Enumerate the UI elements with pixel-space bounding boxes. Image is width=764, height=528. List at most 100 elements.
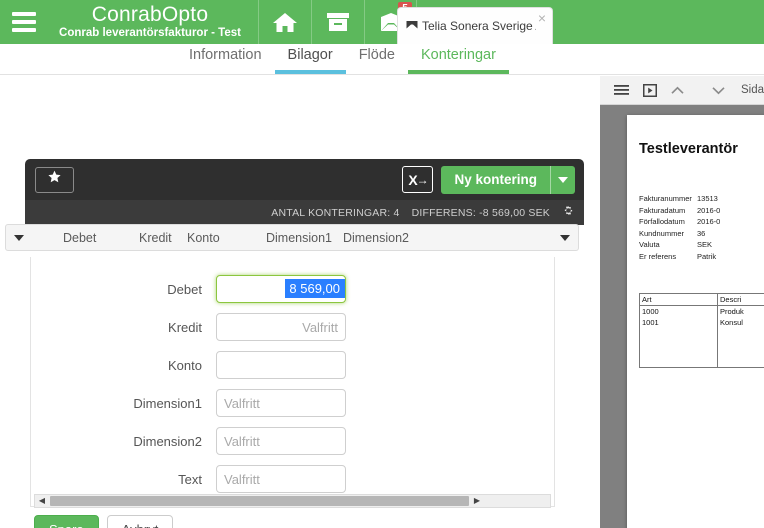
label-dimension2: Dimension2: [133, 433, 202, 449]
label-text: Text: [178, 471, 202, 487]
caret-down-icon: [558, 176, 568, 183]
scrollbar-thumb[interactable]: [50, 496, 469, 506]
document-tab-icon: [406, 17, 418, 35]
tab-flode[interactable]: Flöde: [346, 47, 408, 74]
pdf-toolbar: Sida: [600, 76, 764, 105]
form-row-debet: Debet 8 569,00: [31, 270, 554, 308]
debet-selected-text: 8 569,00: [285, 279, 345, 298]
section-tabs: Information Bilagor Flöde Konteringar: [0, 44, 764, 75]
caret-down-icon: [560, 234, 570, 241]
hamburger-icon[interactable]: [0, 0, 46, 44]
scroll-left-arrow-icon[interactable]: ◀: [35, 495, 49, 507]
pdf-cell-art: 1001: [639, 316, 718, 328]
chevron-down-icon[interactable]: [712, 86, 725, 95]
home-icon[interactable]: [258, 0, 311, 44]
hamburger-bar: [12, 20, 36, 24]
pdf-field-value: 36: [697, 228, 706, 238]
save-button[interactable]: Spara: [34, 515, 99, 528]
cancel-button[interactable]: Avbryt: [106, 515, 174, 528]
dimension1-input[interactable]: [216, 389, 346, 417]
pdf-col-description: Descri: [717, 293, 764, 306]
column-header-kredit[interactable]: Kredit: [139, 231, 172, 245]
hamburger-icon[interactable]: [614, 84, 629, 96]
document-tab-label: Telia Sonera Sverige AB: [422, 19, 536, 33]
panel-toolbar: X → Ny kontering: [25, 159, 584, 200]
pdf-field-key: Förfallodatum: [639, 217, 685, 227]
hamburger-bar: [12, 28, 36, 32]
pdf-table-spacer-row: [639, 327, 764, 368]
pdf-field-row: Kundnummer 36: [639, 228, 764, 240]
pdf-field-key: Valuta: [639, 240, 660, 250]
column-header-debet[interactable]: Debet: [63, 231, 96, 245]
pdf-cell-description: Produk: [717, 305, 764, 317]
pdf-field-row: Fakturadatum 2016-0: [639, 205, 764, 217]
column-header-dimension1[interactable]: Dimension1: [266, 231, 332, 245]
panel-toolbar-right: X → Ny kontering: [402, 165, 575, 194]
form-row-kredit: Kredit: [31, 308, 554, 346]
column-header-konto[interactable]: Konto: [187, 231, 220, 245]
chevron-up-icon[interactable]: [671, 86, 684, 95]
main-work-area: X → Ny kontering ANTAL KONTERINGAR: 4 DIF…: [0, 76, 600, 528]
document-tab[interactable]: Telia Sonera Sverige AB ×: [397, 7, 553, 44]
panel-summary-bar: ANTAL KONTERINGAR: 4 DIFFERENS: -8 569,0…: [25, 200, 584, 225]
form-actions: Spara Avbryt: [34, 515, 174, 528]
pdf-field-key: Fakturanummer: [639, 194, 692, 203]
pdf-table-header-row: Art Descri: [639, 293, 764, 306]
entry-count-label: ANTAL KONTERINGAR: 4: [271, 206, 400, 219]
pdf-line-item-table: Art Descri 1000 Produk 1001 Konsul: [639, 292, 764, 369]
pdf-cell-art: 1000: [639, 305, 718, 317]
pdf-document-page: Testleverantör Fakturanummer 13513 Faktur…: [627, 115, 764, 528]
top-navigation-bar: ConrabOpto Conrab leverantörsfakturor - …: [0, 0, 764, 44]
new-entry-dropdown-button[interactable]: [550, 165, 575, 194]
new-entry-button[interactable]: Ny kontering: [441, 165, 550, 194]
difference-label: DIFFERENS: -8 569,00 SEK: [411, 206, 550, 219]
pdf-cell-description: Konsul: [717, 316, 764, 328]
horizontal-scrollbar[interactable]: ◀ ▶: [34, 494, 551, 508]
close-icon[interactable]: ×: [538, 11, 546, 25]
tab-bilagor[interactable]: Bilagor: [274, 47, 346, 74]
favorite-button[interactable]: [35, 166, 74, 193]
archive-box-icon[interactable]: [311, 0, 364, 44]
text-input[interactable]: [216, 465, 346, 493]
label-kredit: Kredit: [168, 319, 202, 335]
form-row-text: Text: [31, 460, 554, 498]
collapse-right-button[interactable]: [554, 225, 576, 250]
presentation-mode-icon[interactable]: [643, 83, 657, 97]
pdf-field-row: Er referens Patrik: [639, 251, 764, 263]
pdf-field-key: Fakturadatum: [639, 205, 686, 215]
pdf-cell-empty: [717, 327, 764, 368]
konto-input[interactable]: [216, 351, 346, 379]
caret-down-icon: [14, 234, 24, 241]
pdf-field-row: Valuta SEK: [639, 239, 764, 251]
pdf-field-key: Er referens: [639, 251, 677, 261]
new-entry-button-group: Ny kontering: [441, 165, 575, 194]
collapse-left-button[interactable]: [8, 225, 30, 250]
column-header-dimension2[interactable]: Dimension2: [343, 231, 409, 245]
konteringar-panel: X → Ny kontering ANTAL KONTERINGAR: 4 DIF…: [25, 159, 584, 225]
excel-export-label: X: [408, 171, 417, 188]
dimension2-input[interactable]: [216, 427, 346, 455]
brand-subtitle: Conrab leverantörsfakturor - Test: [59, 27, 241, 39]
form-row-dimension2: Dimension2: [31, 422, 554, 460]
pdf-field-value: Patrik: [697, 251, 717, 261]
hamburger-bar: [12, 12, 36, 16]
gear-icon[interactable]: [562, 204, 575, 222]
form-row-dimension1: Dimension1: [31, 384, 554, 422]
pdf-cell-empty: [639, 327, 718, 368]
pdf-field-value: 2016-0: [697, 217, 721, 227]
label-konto: Konto: [168, 357, 202, 373]
star-icon: [47, 170, 62, 189]
scroll-right-arrow-icon[interactable]: ▶: [470, 495, 484, 507]
pdf-field-value: SEK: [697, 240, 713, 250]
kredit-input[interactable]: [216, 313, 346, 341]
tab-information[interactable]: Information: [176, 47, 275, 74]
kontering-form: Debet 8 569,00 Kredit Konto Dimension1 D…: [30, 257, 555, 507]
pdf-page-label: Sida: [741, 84, 764, 96]
excel-export-icon[interactable]: X →: [402, 166, 434, 193]
pdf-preview-pane: Sida Testleverantör Fakturanummer 13513 F…: [600, 76, 764, 528]
brand-logo[interactable]: ConrabOpto Conrab leverantörsfakturor - …: [46, 0, 258, 44]
tab-konteringar[interactable]: Konteringar: [407, 47, 509, 74]
pdf-field-key: Kundnummer: [639, 228, 685, 238]
pdf-field-value: 13513: [697, 194, 718, 203]
app-root: ConrabOpto Conrab leverantörsfakturor - …: [0, 0, 764, 528]
